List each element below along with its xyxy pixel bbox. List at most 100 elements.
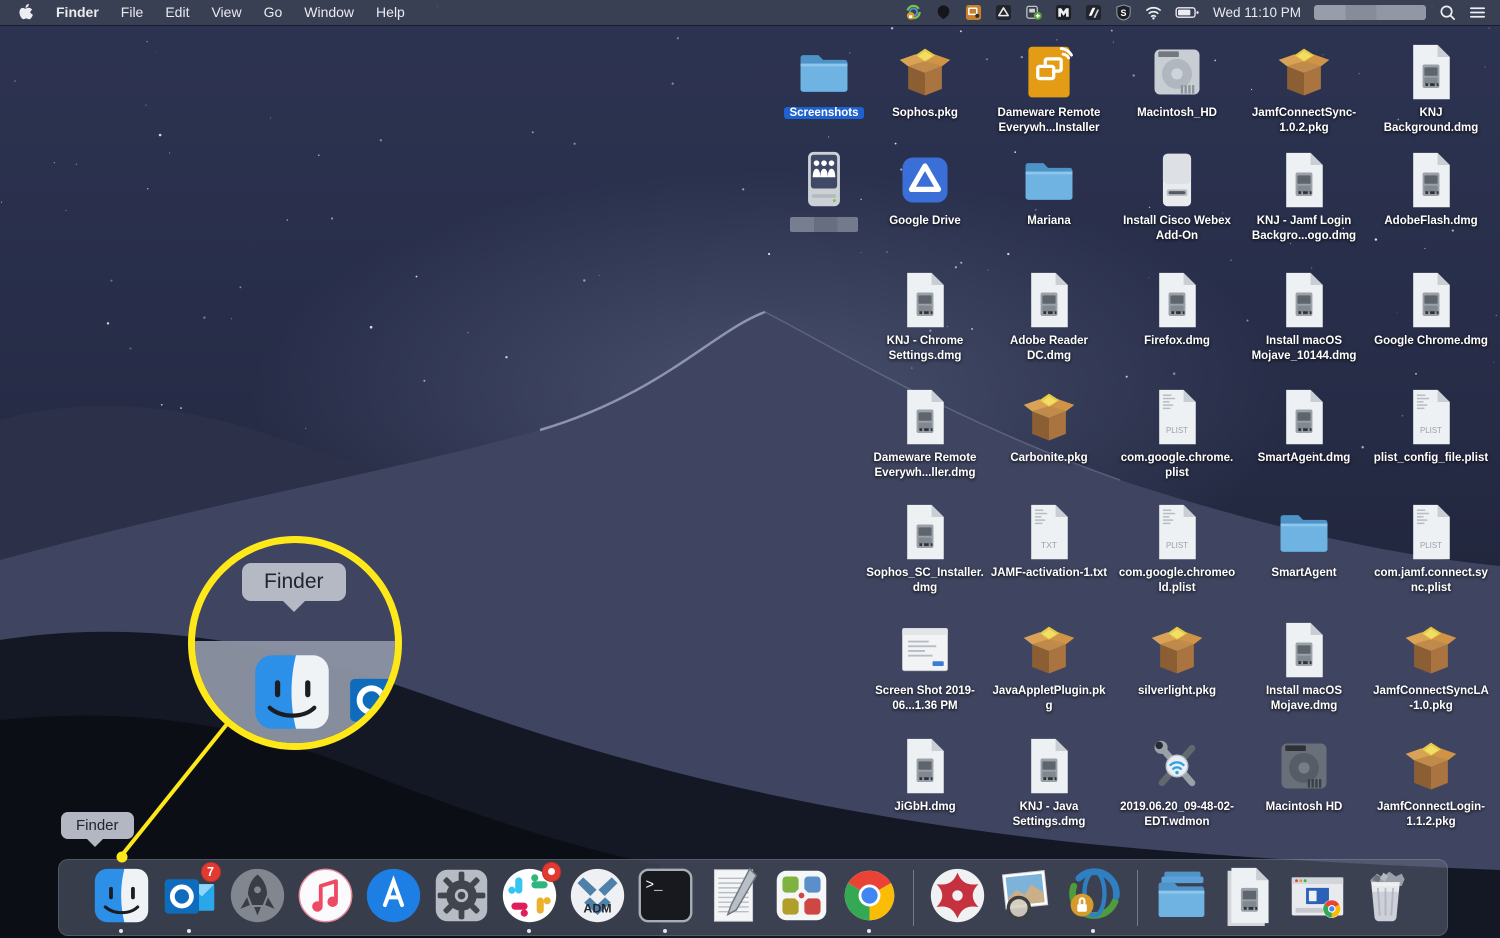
dameware-icon [1019,42,1079,102]
desktop-icon-dameware-remote-everywh-ller-dmg[interactable]: Dameware Remote Everywh...ller.dmg [866,387,984,481]
desktop-icon-com-google-chromeold-plist[interactable]: PLISTcom.google.chromeold.plist [1118,502,1236,596]
pkg-icon [1401,736,1461,796]
dock-item-red-pinwheel-app[interactable] [927,865,988,931]
dock-item-recent-documents-stack[interactable] [1219,865,1280,931]
desktop-icon-jamfconnectsyncla-1-0-pkg[interactable]: JamfConnectSyncLA-1.0.pkg [1372,620,1490,714]
dock-item-system-preferences[interactable] [431,865,492,931]
dock-item-trash[interactable] [1355,865,1416,931]
desktop-icon-silverlight-pkg[interactable]: silverlight.pkg [1118,620,1236,699]
dock-item-jamf-self-service[interactable] [771,865,832,931]
chat-balloon-icon[interactable] [935,3,952,23]
desktop-icon-install-cisco-webex-add-on[interactable]: Install Cisco Webex Add-On [1118,150,1236,244]
desktop-icon-adobeflash-dmg[interactable]: AdobeFlash.dmg [1372,150,1490,229]
redacted-username[interactable] [1314,5,1426,20]
desktop-icon-install-macos-mojave-dmg[interactable]: Install macOS Mojave.dmg [1245,620,1363,714]
dock-item-itunes[interactable] [295,865,356,931]
running-indicator-dot [1091,929,1095,933]
spotlight-search-icon[interactable] [1439,3,1456,23]
window-layers-icon[interactable] [1085,3,1102,23]
desktop-icon-knj-background-dmg[interactable]: KNJ Background.dmg [1372,42,1490,136]
desktop-icon-jamfconnectlogin-1-1-2-pkg[interactable]: JamfConnectLogin-1.1.2.pkg [1372,736,1490,830]
malwarebytes-icon[interactable] [1055,3,1072,23]
dock-item-minimized-chrome-window[interactable] [1287,865,1348,931]
desktop-icon-google-chrome-dmg[interactable]: Google Chrome.dmg [1372,270,1490,349]
dock-item-launchpad[interactable] [227,865,288,931]
desktop-icon-carbonite-pkg[interactable]: Carbonite.pkg [990,387,1108,466]
desktop-icon-install-macos-mojave-10144-dmg[interactable]: Install macOS Mojave_10144.dmg [1245,270,1363,364]
desktop-icon-smartagent[interactable]: SmartAgent [1245,502,1363,581]
desktop-icon-macintosh-hd[interactable]: Macintosh HD [1245,736,1363,815]
desktop-icon-plist-config-file-plist[interactable]: PLISTplist_config_file.plist [1372,387,1490,466]
desktop-icon-firefox-dmg[interactable]: Firefox.dmg [1118,270,1236,349]
menu-go[interactable]: Go [253,0,294,25]
drive-dark-icon [1274,736,1334,796]
desktop-icon-dameware-remote-everywh-installer[interactable]: Dameware Remote Everywh...Installer [990,42,1108,136]
desktop-icon-label: Google Chrome.dmg [1374,334,1488,349]
wifi-icon[interactable] [1145,3,1162,23]
dmg-icon [1274,387,1334,447]
dock-tooltip-label: Finder [76,817,119,834]
desktop-icon-label: JAMF-activation-1.txt [991,566,1107,581]
menu-help[interactable]: Help [365,0,416,25]
device-health-icon[interactable] [1025,3,1042,23]
desktop-icon-label: com.jamf.connect.sync.plist [1372,566,1490,596]
desktop-icon-label: 2019.06.20_09-48-02-EDT.wdmon [1118,800,1236,830]
dock-item-preview[interactable] [995,865,1056,931]
desktop-icon-com-jamf-connect-sync-plist[interactable]: PLISTcom.jamf.connect.sync.plist [1372,502,1490,596]
desktop-icon-jigbh-dmg[interactable]: JiGbH.dmg [866,736,984,815]
notification-center-icon[interactable] [1469,3,1486,23]
desktop-icon-label: Mariana [1027,214,1070,229]
running-indicator-dot [527,929,531,933]
folder-icon [794,42,854,102]
battery-icon[interactable] [1175,3,1200,23]
desktop-icon-macintosh-hd[interactable]: Macintosh_HD [1118,42,1236,121]
desktop-icon-google-drive[interactable]: Google Drive [866,150,984,229]
desktop-icon-knj-java-settings-dmg[interactable]: KNJ - Java Settings.dmg [990,736,1108,830]
status-icons: S [905,3,1200,23]
desktop-icon-knj-chrome-settings-dmg[interactable]: KNJ - Chrome Settings.dmg [866,270,984,364]
desktop-icon-com-google-chrome-plist[interactable]: PLISTcom.google.chrome.plist [1118,387,1236,481]
vpn-lock-icon[interactable] [905,3,922,23]
svg-text:PLIST: PLIST [1166,426,1188,435]
menubar-clock[interactable]: Wed 11:10 PM [1213,5,1301,20]
menu-finder[interactable]: Finder [45,0,110,25]
desktop-icon-javaappletplugin-pkg[interactable]: JavaAppletPlugin.pkg [990,620,1108,714]
desktop-icon-2019-06-20-09-48-02-edt-wdmon[interactable]: 2019.06.20_09-48-02-EDT.wdmon [1118,736,1236,830]
desktop-icon-sophos-sc-installer-dmg[interactable]: Sophos_SC_Installer.dmg [866,502,984,596]
google-drive-icon[interactable] [995,3,1012,23]
dock-item-slack[interactable] [499,865,560,931]
dock-item-outlook[interactable]: 7 [159,865,220,931]
menu-view[interactable]: View [200,0,252,25]
desktop-icon-screen-shot-2019-06-1-36-pm[interactable]: Screen Shot 2019-06...1.36 PM [866,620,984,714]
dock-item-chrome[interactable] [839,865,900,931]
menu-edit[interactable]: Edit [154,0,200,25]
magnified-tooltip-label: Finder [264,570,324,593]
desktop-icon-knj-jamf-login-backgro-ogo-dmg[interactable]: KNJ - Jamf Login Backgro...ogo.dmg [1245,150,1363,244]
menu-window[interactable]: Window [293,0,365,25]
desktop-icon-smartagent-dmg[interactable]: SmartAgent.dmg [1245,387,1363,466]
txt-icon: TXT [1019,502,1079,562]
folder-icon [1019,150,1079,210]
dock-item-adm-remote[interactable]: ADM [567,865,628,931]
menu-file[interactable]: File [110,0,155,25]
dock-item-app-store[interactable] [363,865,424,931]
desktop-icon-adobe-reader-dc-dmg[interactable]: Adobe Reader DC.dmg [990,270,1108,364]
apple-menu-icon[interactable] [0,0,45,25]
dock-item-downloads-folder[interactable] [1151,865,1212,931]
redacted-icon-label [790,217,858,232]
dock-item-finder[interactable] [91,865,152,931]
callout-circle: Finder [188,536,402,750]
desktop-icon-label: Screen Shot 2019-06...1.36 PM [866,684,984,714]
dock-item-cisco-anyconnect[interactable] [1063,865,1124,931]
desktop-icon-jamfconnectsync-1-0-2-pkg[interactable]: JamfConnectSync-1.0.2.pkg [1245,42,1363,136]
desktop-icon-label: JamfConnectSyncLA-1.0.pkg [1372,684,1490,714]
dock-item-terminal[interactable]: >_ [635,865,696,931]
pkg-icon [1019,620,1079,680]
sophos-shield-icon[interactable]: S [1115,3,1132,23]
dock-item-textedit[interactable] [703,865,764,931]
desktop-icon-mariana[interactable]: Mariana [990,150,1108,229]
dameware-icon[interactable] [965,3,982,23]
desktop-icon-sophos-pkg[interactable]: Sophos.pkg [866,42,984,121]
desktop-icon-jamf-activation-1-txt[interactable]: TXT JAMF-activation-1.txt [990,502,1108,581]
running-indicator-dot [867,929,871,933]
